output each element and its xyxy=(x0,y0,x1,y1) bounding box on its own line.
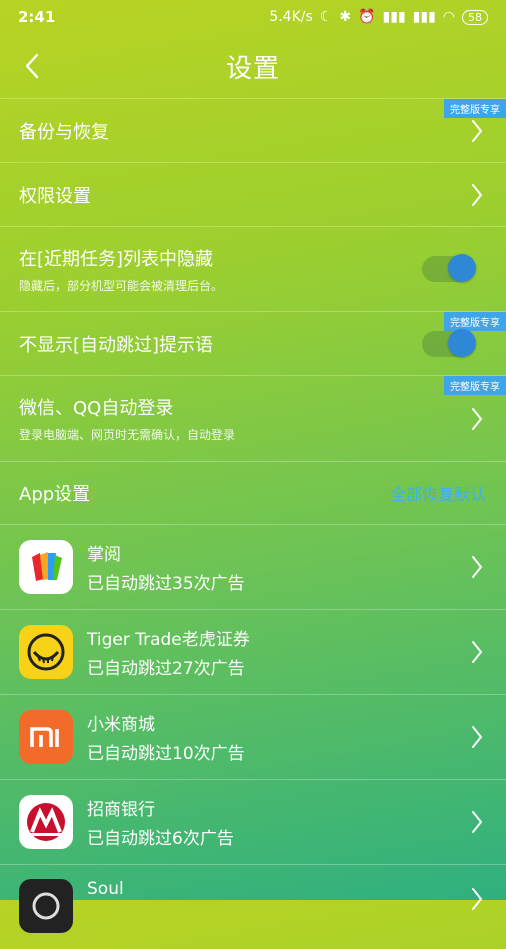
signal-icon: ▮▮▮ xyxy=(382,9,406,25)
restore-all-button[interactable]: 全部恢复默认 xyxy=(390,481,486,505)
back-arrow-icon xyxy=(25,53,39,79)
hide-tip-row: 完整版专享 不显示[自动跳过]提示语 xyxy=(0,311,506,375)
app-skip-count: 已自动跳过10次广告 xyxy=(87,744,245,764)
chevron-right-icon xyxy=(472,183,483,206)
moon-icon: ☾ xyxy=(319,9,333,25)
hide-recent-toggle[interactable] xyxy=(422,254,476,282)
app-row-tiger[interactable]: Tiger Trade老虎证券 已自动跳过27次广告 xyxy=(0,609,506,694)
chevron-right-icon xyxy=(472,556,483,578)
auto-login-row[interactable]: 完整版专享 微信、QQ自动登录 登录电脑端、网页时无需确认，自动登录 xyxy=(0,375,506,461)
status-icons: 5.4K/s ☾ ✱ ⏰ ▮▮▮ ▮▮▮ ◠ 58 xyxy=(269,9,488,25)
premium-badge: 完整版专享 xyxy=(444,312,506,331)
chevron-right-icon xyxy=(472,119,483,142)
zhangyue-icon xyxy=(19,540,73,594)
page-title: 设置 xyxy=(225,53,280,84)
permissions-label: 权限设置 xyxy=(19,185,91,207)
backup-label: 备份与恢复 xyxy=(19,121,109,143)
hide-recent-row: 在[近期任务]列表中隐藏 隐藏后，部分机型可能会被清理后台。 xyxy=(0,226,506,311)
premium-badge: 完整版专享 xyxy=(444,376,506,395)
battery-badge: 58 xyxy=(462,9,488,25)
premium-badge: 完整版专享 xyxy=(444,99,506,118)
status-bar: 2:41 5.4K/s ☾ ✱ ⏰ ▮▮▮ ▮▮▮ ◠ 58 xyxy=(0,0,506,34)
app-info: 招商银行 已自动跳过6次广告 xyxy=(87,795,234,849)
app-name: Soul xyxy=(87,879,124,899)
mi-icon xyxy=(19,710,73,764)
hide-recent-label: 在[近期任务]列表中隐藏 xyxy=(19,248,214,270)
cmb-icon xyxy=(19,795,73,849)
network-speed: 5.4K/s xyxy=(269,9,313,25)
app-skip-count: 已自动跳过35次广告 xyxy=(87,574,245,594)
hide-recent-text: 在[近期任务]列表中隐藏 隐藏后，部分机型可能会被清理后台。 xyxy=(19,245,223,294)
chevron-right-icon xyxy=(472,811,483,833)
status-time: 2:41 xyxy=(18,8,56,26)
app-name: 小米商城 xyxy=(87,715,155,735)
app-row-zhangyue[interactable]: 掌阅 已自动跳过35次广告 xyxy=(0,524,506,609)
app-name: 招商银行 xyxy=(87,800,155,820)
auto-login-label: 微信、QQ自动登录 xyxy=(19,398,174,419)
hide-tip-label: 不显示[自动跳过]提示语 xyxy=(19,334,214,356)
app-name: 掌阅 xyxy=(87,545,121,565)
chevron-right-icon xyxy=(472,888,483,910)
auto-login-text: 微信、QQ自动登录 登录电脑端、网页时无需确认，自动登录 xyxy=(19,394,235,443)
alarm-icon: ⏰ xyxy=(358,9,376,25)
hide-tip-toggle[interactable] xyxy=(422,328,476,357)
bluetooth-icon: ✱ xyxy=(339,9,352,25)
app-info: 小米商城 已自动跳过10次广告 xyxy=(87,710,245,764)
back-button[interactable] xyxy=(14,48,50,84)
toggle-knob xyxy=(448,254,476,282)
backup-row[interactable]: 完整版专享 备份与恢复 xyxy=(0,98,506,162)
app-skip-count: 已自动跳过6次广告 xyxy=(87,829,234,849)
app-row-mi[interactable]: 小米商城 已自动跳过10次广告 xyxy=(0,694,506,779)
soul-icon xyxy=(19,879,73,933)
chevron-right-icon xyxy=(472,641,483,663)
hide-recent-desc: 隐藏后，部分机型可能会被清理后台。 xyxy=(19,278,224,293)
app-section-title: App设置 xyxy=(19,484,91,505)
app-info: Tiger Trade老虎证券 已自动跳过27次广告 xyxy=(87,625,250,679)
chevron-right-icon xyxy=(472,726,483,748)
wifi-icon: ◠ xyxy=(442,9,455,25)
auto-login-desc: 登录电脑端、网页时无需确认，自动登录 xyxy=(19,428,236,442)
app-name: Tiger Trade老虎证券 xyxy=(87,630,250,650)
app-info: 掌阅 已自动跳过35次广告 xyxy=(87,540,245,594)
chevron-right-icon xyxy=(472,407,483,430)
app-skip-count: 已自动跳过27次广告 xyxy=(87,659,245,679)
app-section-header: App设置 全部恢复默认 xyxy=(0,461,506,524)
permissions-row[interactable]: 权限设置 xyxy=(0,162,506,226)
tiger-icon xyxy=(19,625,73,679)
app-row-cmb[interactable]: 招商银行 已自动跳过6次广告 xyxy=(0,779,506,864)
toggle-knob xyxy=(448,328,476,357)
header: 设置 xyxy=(0,34,506,98)
app-info: Soul xyxy=(87,879,124,899)
signal-icon-2: ▮▮▮ xyxy=(412,9,436,25)
app-row-soul[interactable]: Soul xyxy=(0,864,506,949)
